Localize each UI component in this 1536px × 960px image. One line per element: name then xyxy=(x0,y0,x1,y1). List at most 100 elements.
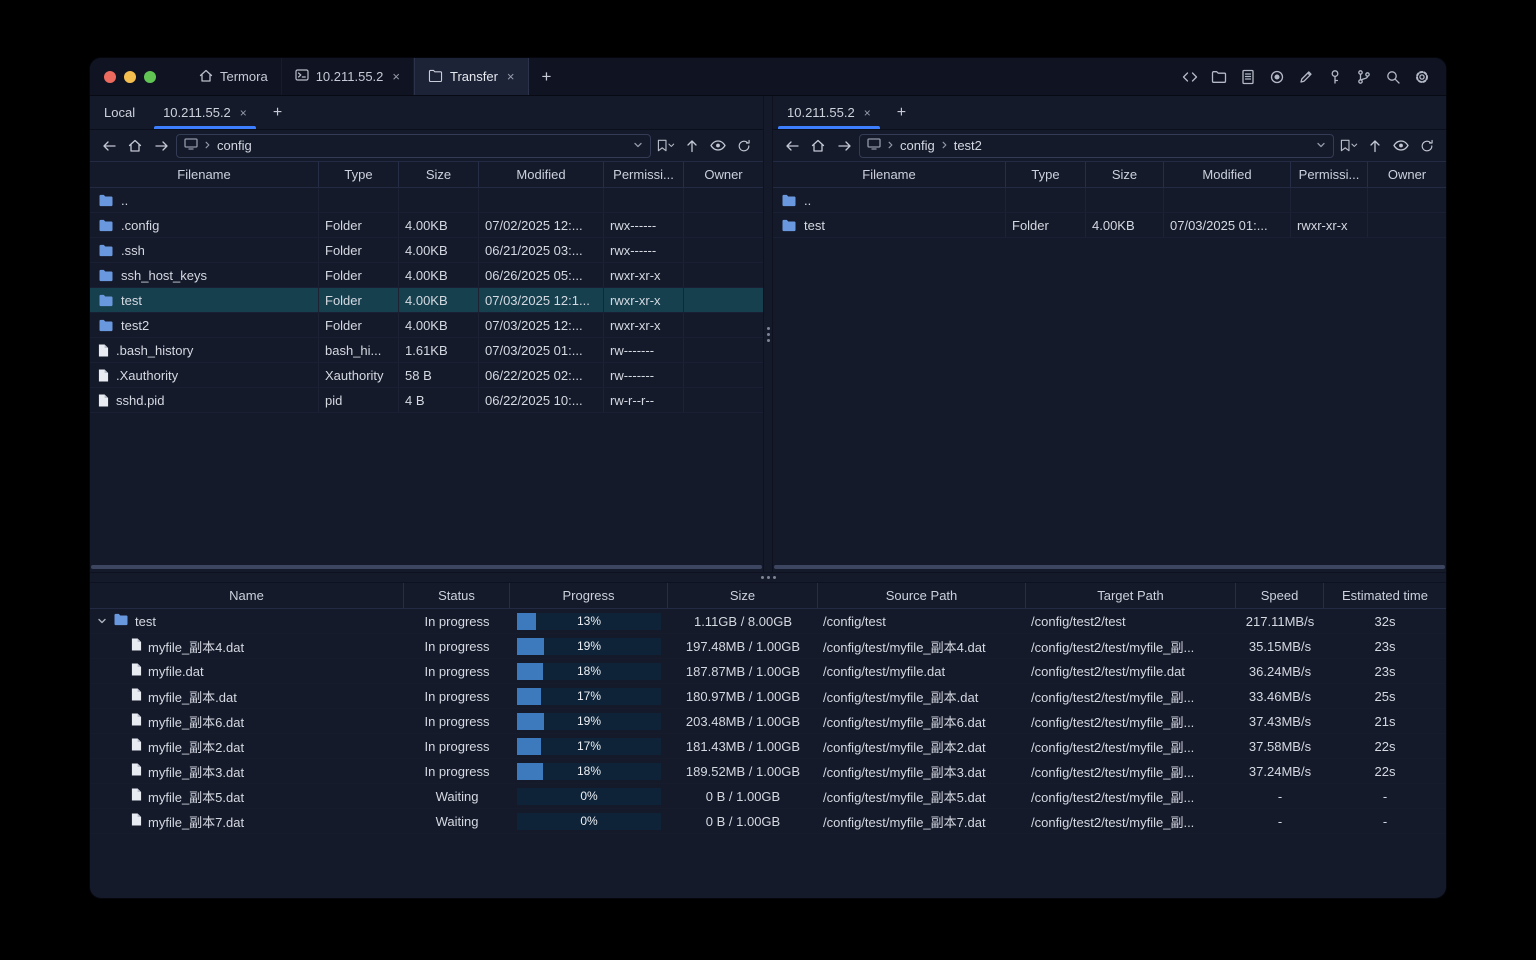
column-header-modified[interactable]: Modified xyxy=(479,162,604,187)
path-segment[interactable]: config xyxy=(900,138,935,153)
vertical-splitter[interactable] xyxy=(763,96,773,572)
search-icon[interactable] xyxy=(1382,66,1404,88)
column-header-estimated-time[interactable]: Estimated time xyxy=(1324,583,1446,608)
back-icon[interactable] xyxy=(781,135,803,157)
file-modified: 07/03/2025 12:... xyxy=(479,313,604,337)
tab-terminal-session[interactable]: 10.211.55.2 × xyxy=(282,58,414,95)
column-header-size[interactable]: Size xyxy=(668,583,818,608)
chevron-down-icon[interactable] xyxy=(1316,138,1326,153)
right-path-bar[interactable]: config test2 xyxy=(859,133,1334,158)
folder-icon[interactable] xyxy=(1208,66,1230,88)
progress-bar: 0% xyxy=(517,787,661,805)
column-header-size[interactable]: Size xyxy=(1086,162,1164,187)
chevron-down-icon[interactable] xyxy=(97,614,107,629)
chevron-down-icon[interactable] xyxy=(633,138,643,153)
column-header-status[interactable]: Status xyxy=(404,583,510,608)
path-segment[interactable]: config xyxy=(217,138,252,153)
close-icon[interactable]: × xyxy=(507,69,515,84)
file-row-parent[interactable]: .. xyxy=(90,188,763,213)
file-row[interactable]: test Folder 4.00KB 07/03/2025 01:... rwx… xyxy=(773,213,1446,238)
branch-icon[interactable] xyxy=(1353,66,1375,88)
tab-termora[interactable]: Termora xyxy=(186,58,282,95)
tab-transfer[interactable]: Transfer × xyxy=(414,58,529,95)
record-icon[interactable] xyxy=(1266,66,1288,88)
home-icon[interactable] xyxy=(807,135,829,157)
forward-icon[interactable] xyxy=(150,135,172,157)
new-tab-button[interactable]: + xyxy=(529,58,565,95)
home-icon[interactable] xyxy=(124,135,146,157)
horizontal-splitter[interactable] xyxy=(90,572,1446,583)
close-icon[interactable]: × xyxy=(392,69,400,84)
code-icon[interactable] xyxy=(1179,66,1201,88)
close-window-button[interactable] xyxy=(104,70,116,83)
column-header-type[interactable]: Type xyxy=(319,162,399,187)
column-header-filename[interactable]: Filename xyxy=(90,162,319,187)
column-header-modified[interactable]: Modified xyxy=(1164,162,1291,187)
column-header-name[interactable]: Name xyxy=(90,583,404,608)
horizontal-scrollbar[interactable] xyxy=(90,565,763,572)
file-row[interactable]: test2 Folder 4.00KB 07/03/2025 12:... rw… xyxy=(90,313,763,338)
file-modified: 07/03/2025 01:... xyxy=(479,338,604,362)
column-header-target-path[interactable]: Target Path xyxy=(1026,583,1236,608)
column-header-owner[interactable]: Owner xyxy=(684,162,763,187)
zoom-window-button[interactable] xyxy=(144,70,156,83)
new-pane-tab-button[interactable]: + xyxy=(885,96,918,129)
file-row-parent[interactable]: .. xyxy=(773,188,1446,213)
show-hidden-icon[interactable] xyxy=(707,135,729,157)
empty-area xyxy=(90,413,763,565)
transfer-row[interactable]: myfile.dat In progress 18% 187.87MB / 1.… xyxy=(90,659,1446,684)
transfer-speed: 36.24MB/s xyxy=(1248,663,1312,679)
transfer-row[interactable]: myfile_副本7.dat Waiting 0% 0 B / 1.00GB /… xyxy=(90,809,1446,834)
transfer-row[interactable]: myfile_副本.dat In progress 17% 180.97MB /… xyxy=(90,684,1446,709)
close-icon[interactable]: × xyxy=(240,106,247,120)
column-header-permissions[interactable]: Permissi... xyxy=(1291,162,1368,187)
forward-icon[interactable] xyxy=(833,135,855,157)
back-icon[interactable] xyxy=(98,135,120,157)
file-row[interactable]: .Xauthority Xauthority 58 B 06/22/2025 0… xyxy=(90,363,763,388)
upload-icon[interactable] xyxy=(681,135,703,157)
refresh-icon[interactable] xyxy=(1416,135,1438,157)
transfer-speed: 35.15MB/s xyxy=(1248,638,1312,654)
minimize-window-button[interactable] xyxy=(124,70,136,83)
transfer-row[interactable]: myfile_副本3.dat In progress 18% 189.52MB … xyxy=(90,759,1446,784)
transfer-row[interactable]: myfile_副本4.dat In progress 19% 197.48MB … xyxy=(90,634,1446,659)
column-header-owner[interactable]: Owner xyxy=(1368,162,1446,187)
bookmark-icon[interactable] xyxy=(1338,135,1360,157)
key-icon[interactable] xyxy=(1324,66,1346,88)
column-header-source-path[interactable]: Source Path xyxy=(818,583,1026,608)
edit-icon[interactable] xyxy=(1295,66,1317,88)
file-row-selected[interactable]: test Folder 4.00KB 07/03/2025 12:1... rw… xyxy=(90,288,763,313)
column-header-permissions[interactable]: Permissi... xyxy=(604,162,684,187)
file-size: 4 B xyxy=(399,388,479,412)
left-file-table: Filename Type Size Modified Permissi... … xyxy=(90,161,763,565)
settings-icon[interactable] xyxy=(1411,66,1433,88)
file-row[interactable]: .bash_history bash_hi... 1.61KB 07/03/20… xyxy=(90,338,763,363)
column-header-speed[interactable]: Speed xyxy=(1236,583,1324,608)
horizontal-scrollbar[interactable] xyxy=(773,565,1446,572)
transfer-target-path: /config/test2/test/myfile_副... xyxy=(1031,764,1195,780)
tab-local[interactable]: Local xyxy=(90,96,149,129)
log-icon[interactable] xyxy=(1237,66,1259,88)
column-header-filename[interactable]: Filename xyxy=(773,162,1006,187)
show-hidden-icon[interactable] xyxy=(1390,135,1412,157)
transfer-row[interactable]: myfile_副本6.dat In progress 19% 203.48MB … xyxy=(90,709,1446,734)
refresh-icon[interactable] xyxy=(733,135,755,157)
file-row[interactable]: .config Folder 4.00KB 07/02/2025 12:... … xyxy=(90,213,763,238)
tab-remote-session[interactable]: 10.211.55.2 × xyxy=(773,96,885,129)
left-path-bar[interactable]: config xyxy=(176,133,651,158)
path-segment[interactable]: test2 xyxy=(954,138,982,153)
file-row[interactable]: sshd.pid pid 4 B 06/22/2025 10:... rw-r-… xyxy=(90,388,763,413)
file-row[interactable]: ssh_host_keys Folder 4.00KB 06/26/2025 0… xyxy=(90,263,763,288)
tab-remote-session[interactable]: 10.211.55.2 × xyxy=(149,96,261,129)
column-header-progress[interactable]: Progress xyxy=(510,583,668,608)
transfer-row[interactable]: myfile_副本5.dat Waiting 0% 0 B / 1.00GB /… xyxy=(90,784,1446,809)
close-icon[interactable]: × xyxy=(864,106,871,120)
column-header-type[interactable]: Type xyxy=(1006,162,1086,187)
upload-icon[interactable] xyxy=(1364,135,1386,157)
column-header-size[interactable]: Size xyxy=(399,162,479,187)
bookmark-icon[interactable] xyxy=(655,135,677,157)
new-pane-tab-button[interactable]: + xyxy=(261,96,294,129)
transfer-row[interactable]: myfile_副本2.dat In progress 17% 181.43MB … xyxy=(90,734,1446,759)
transfer-row-folder[interactable]: test In progress 13% 1.11GB / 8.00GB /co… xyxy=(90,609,1446,634)
file-row[interactable]: .ssh Folder 4.00KB 06/21/2025 03:... rwx… xyxy=(90,238,763,263)
